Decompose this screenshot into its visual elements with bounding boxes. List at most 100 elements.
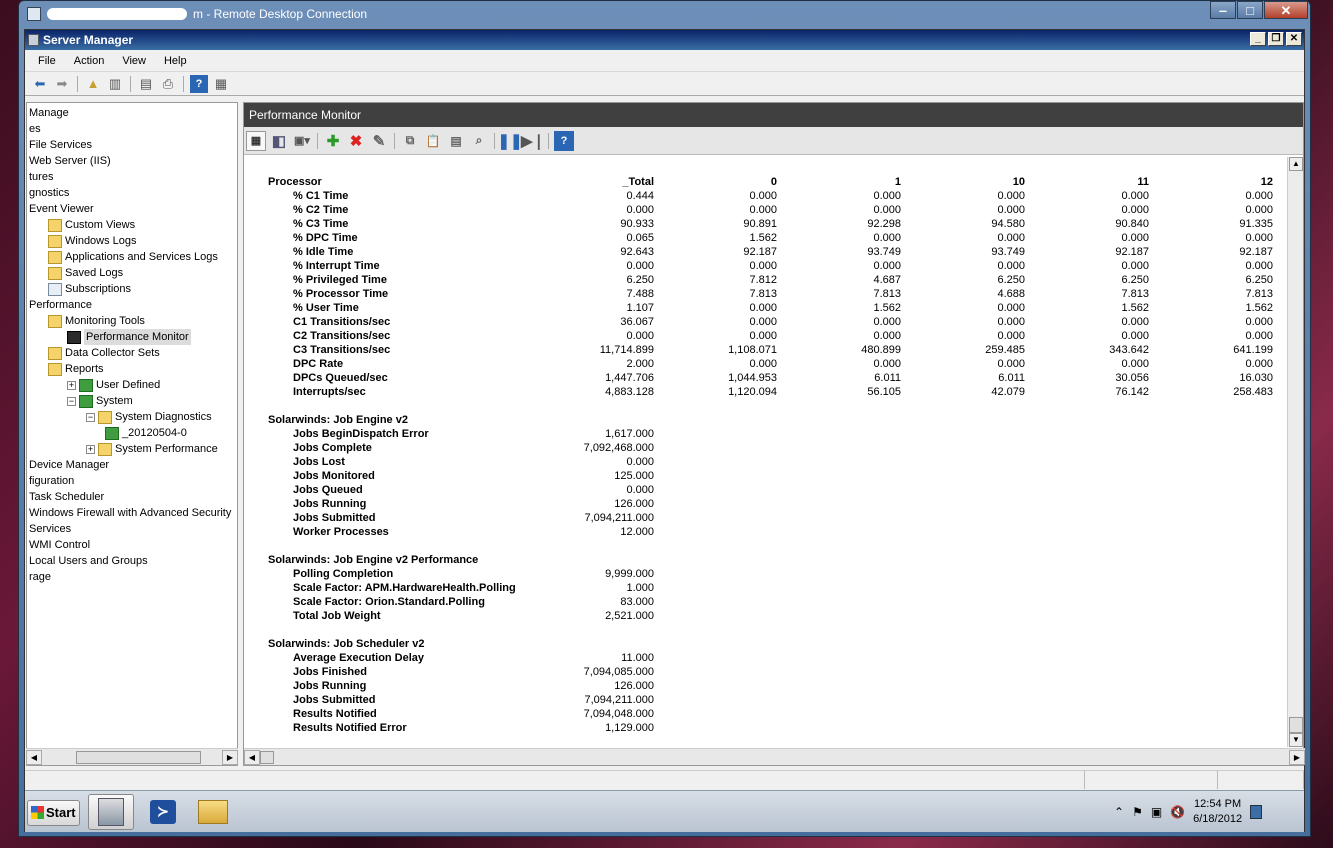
tree-item[interactable]: tures (29, 169, 53, 185)
minimize-button[interactable]: ‒ (1210, 1, 1236, 19)
taskbar-server-manager[interactable] (88, 794, 134, 830)
menu-file[interactable]: File (29, 55, 65, 67)
counter-row[interactable]: Jobs BeginDispatch Error 1,617.000 (244, 427, 1288, 441)
tree-item[interactable]: Local Users and Groups (29, 553, 148, 569)
counter-row[interactable]: % DPC Time 0.065 1.562 0.000 0.000 0.000 0.000 (244, 231, 1288, 245)
network-icon[interactable]: ▣ (1151, 805, 1162, 819)
expand-icon[interactable]: + (86, 444, 95, 454)
maximize-button[interactable]: □ (1237, 1, 1263, 19)
action-center-flag-icon[interactable]: ⚑ (1132, 805, 1143, 819)
properties-icon[interactable]: ▤ (446, 131, 466, 151)
sm-restore-button[interactable]: ❐ (1268, 32, 1284, 46)
tree-item[interactable]: Windows Firewall with Advanced Security (29, 505, 231, 521)
tree-item[interactable]: Performance Monitor (67, 329, 191, 345)
highlight-icon[interactable]: ✎ (369, 131, 389, 151)
counter-row[interactable]: Jobs Running 126.000 (244, 679, 1288, 693)
tree-item[interactable]: WMI Control (29, 537, 90, 553)
menu-view[interactable]: View (113, 55, 155, 67)
view-data-icon[interactable]: ◧ (269, 131, 289, 151)
counter-row[interactable]: DPC Rate 2.000 0.000 0.000 0.000 0.000 0.000 (244, 357, 1288, 371)
action-pane-icon[interactable]: ▦ (212, 75, 230, 93)
menu-action[interactable]: Action (65, 55, 114, 67)
tree-item[interactable]: rage (29, 569, 51, 585)
counter-row[interactable]: Jobs Queued 0.000 (244, 483, 1288, 497)
tree-item[interactable]: Applications and Services Logs (48, 249, 218, 265)
help-icon[interactable]: ? (554, 130, 574, 151)
expand-icon[interactable]: + (67, 380, 76, 390)
zoom-icon[interactable]: ⌕ (469, 131, 489, 151)
help-icon[interactable]: ? (190, 74, 208, 93)
counter-row[interactable]: % Interrupt Time 0.000 0.000 0.000 0.000 0.00… (244, 259, 1288, 273)
counter-row[interactable]: C1 Transitions/sec 36.067 0.000 0.000 0.000 0… (244, 315, 1288, 329)
counter-row[interactable]: % C3 Time 90.933 90.891 92.298 94.580 90.840 9… (244, 217, 1288, 231)
tree-item[interactable]: figuration (29, 473, 74, 489)
counter-row[interactable]: % Processor Time 7.488 7.813 7.813 4.688 7.81… (244, 287, 1288, 301)
tree-item[interactable]: + User Defined (67, 377, 160, 393)
counter-row[interactable]: Scale Factor: APM.HardwareHealth.Polling… (244, 581, 1288, 595)
counter-row[interactable]: Jobs Complete 7,092,468.000 (244, 441, 1288, 455)
counter-row[interactable]: % C1 Time 0.444 0.000 0.000 0.000 0.000 0.000 (244, 189, 1288, 203)
tree-item[interactable]: es (29, 121, 41, 137)
tree-item[interactable]: Saved Logs (48, 265, 123, 281)
counter-row[interactable]: Results Notified 7,094,048.000 (244, 707, 1288, 721)
print-icon[interactable]: ⎙ (159, 75, 177, 93)
counter-row[interactable]: Jobs Lost 0.000 (244, 455, 1288, 469)
start-button[interactable]: Start (27, 800, 80, 826)
tree-item[interactable]: Windows Logs (48, 233, 137, 249)
view-graph-icon[interactable]: ▦ (246, 130, 266, 151)
counter-row[interactable]: % Idle Time 92.643 92.187 93.749 93.749 92.18… (244, 245, 1288, 259)
tree-item[interactable]: _20120504-0 (105, 425, 187, 441)
sm-close-button[interactable]: ✕ (1286, 32, 1302, 46)
tree-item[interactable]: − System (67, 393, 133, 409)
tree-item[interactable]: Task Scheduler (29, 489, 104, 505)
collapse-icon[interactable]: − (86, 412, 95, 422)
counter-row[interactable]: Polling Completion 9,999.000 (244, 567, 1288, 581)
scroll-thumb[interactable] (1289, 717, 1303, 733)
scroll-left-arrow-icon[interactable]: ◀ (26, 749, 42, 765)
scroll-down-arrow-icon[interactable]: ▼ (1289, 733, 1303, 747)
back-arrow-icon[interactable]: ⬅ (31, 75, 49, 93)
tree-item[interactable]: Event Viewer (29, 201, 94, 217)
collapse-icon[interactable]: − (67, 396, 76, 406)
update-data-icon[interactable]: ▶❘ (521, 131, 545, 151)
show-hidden-icons-icon[interactable]: ⌃ (1114, 805, 1124, 819)
tree-item[interactable]: + System Performance (86, 441, 218, 457)
scroll-left-arrow-icon[interactable]: ◀ (244, 749, 260, 765)
counter-row[interactable]: Average Execution Delay 11.000 (244, 651, 1288, 665)
counter-row[interactable]: DPCs Queued/sec 1,447.706 1,044.953 6.011 6.… (244, 371, 1288, 385)
tree-item[interactable]: Monitoring Tools (48, 313, 145, 329)
show-desktop-button[interactable] (1250, 805, 1263, 819)
scroll-thumb[interactable] (76, 750, 201, 764)
paste-counter-list-icon[interactable]: 📋 (423, 131, 443, 151)
tree-item[interactable]: File Services (29, 137, 92, 153)
counter-row[interactable]: Results Notified Error 1,129.000 (244, 721, 1288, 735)
counter-row[interactable]: Scale Factor: Orion.Standard.Polling 83.0… (244, 595, 1288, 609)
counter-row[interactable]: % Privileged Time 6.250 7.812 4.687 6.250 6.2… (244, 273, 1288, 287)
properties-icon[interactable]: ▤ (137, 75, 155, 93)
up-folder-icon[interactable]: ▲ (84, 75, 102, 93)
forward-arrow-icon[interactable]: ➡ (53, 75, 71, 93)
scroll-up-arrow-icon[interactable]: ▲ (1289, 157, 1303, 171)
counter-row[interactable]: C2 Transitions/sec 0.000 0.000 0.000 0.000 0.… (244, 329, 1288, 343)
counter-row[interactable]: Jobs Monitored 125.000 (244, 469, 1288, 483)
tree-item[interactable]: Subscriptions (48, 281, 131, 297)
delete-counter-icon[interactable]: ✖ (346, 131, 366, 151)
counter-row[interactable]: Jobs Submitted 7,094,211.000 (244, 511, 1288, 525)
report-horizontal-scrollbar[interactable]: ◀ ▶ (244, 748, 1305, 765)
report-vertical-scrollbar[interactable]: ▲ ▼ (1287, 157, 1303, 747)
tree-item[interactable]: Device Manager (29, 457, 109, 473)
counter-row[interactable]: Jobs Submitted 7,094,211.000 (244, 693, 1288, 707)
scroll-right-arrow-icon[interactable]: ▶ (1289, 749, 1305, 765)
counter-row[interactable]: % User Time 1.107 0.000 1.562 0.000 1.562 1.56… (244, 301, 1288, 315)
tree-item[interactable]: Performance (29, 297, 92, 313)
counter-row[interactable]: C3 Transitions/sec 11,714.899 1,108.071 480… (244, 343, 1288, 357)
copy-properties-icon[interactable]: ⧉ (400, 131, 420, 151)
tree-item[interactable]: Services (29, 521, 71, 537)
tree-item[interactable]: Data Collector Sets (48, 345, 160, 361)
taskbar-powershell[interactable]: ≻ (140, 794, 186, 830)
tree-item[interactable]: − System Diagnostics (86, 409, 212, 425)
tree-horizontal-scrollbar[interactable]: ◀ ▶ (26, 748, 238, 765)
change-graph-type-icon[interactable]: ▣▾ (292, 131, 312, 151)
volume-muted-icon[interactable]: 🔇 (1170, 805, 1185, 819)
counter-row[interactable]: Worker Processes 12.000 (244, 525, 1288, 539)
